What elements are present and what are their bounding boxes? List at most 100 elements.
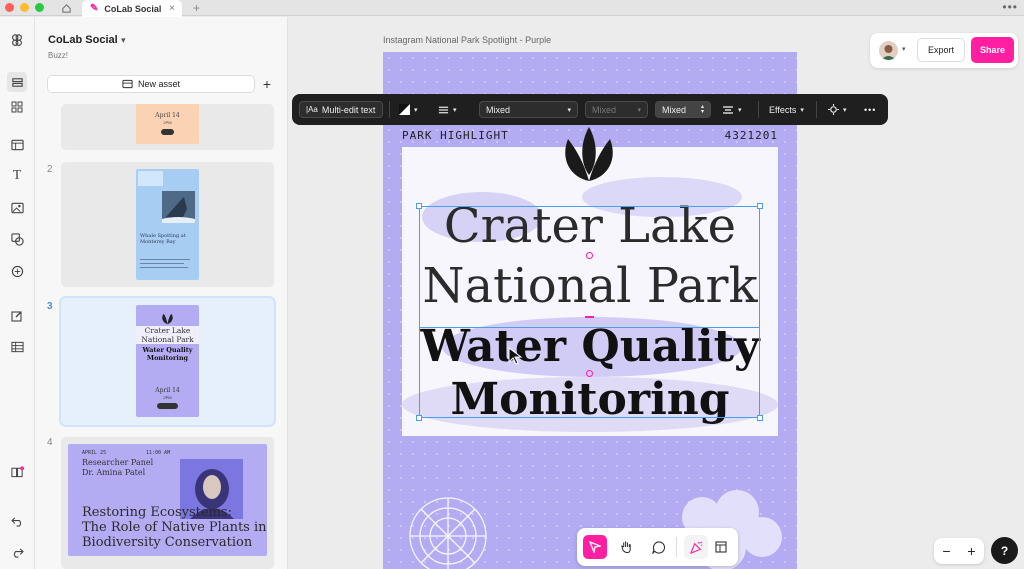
- image-icon[interactable]: [7, 198, 27, 218]
- plant-icon: [162, 313, 173, 325]
- text-style-button[interactable]: ▾: [438, 101, 457, 118]
- project-subtitle: Buzz!: [48, 51, 69, 60]
- new-tab-button[interactable]: +: [193, 1, 200, 15]
- zoom-out-button[interactable]: −: [942, 543, 950, 559]
- app-logo-icon: ✎: [90, 3, 99, 14]
- multi-edit-label: Multi-edit text: [321, 104, 376, 115]
- flower-illustration: [409, 497, 487, 569]
- chevron-down-icon: ▾: [567, 106, 571, 114]
- project-name[interactable]: CoLab Social: [48, 34, 118, 46]
- resize-handle[interactable]: [757, 203, 763, 209]
- font-size-stepper[interactable]: Mixed ▴ ▾: [655, 101, 711, 118]
- slide-4-panel: Researcher Panel Dr. Amina Patel: [82, 458, 153, 478]
- figma-logo-icon[interactable]: [7, 31, 27, 51]
- slide-thumbnail-1[interactable]: April 14 2PM: [61, 104, 274, 150]
- edit-icon[interactable]: [7, 306, 27, 326]
- share-button[interactable]: Share: [971, 37, 1014, 63]
- pointer-icon: [589, 541, 601, 553]
- font-family-select[interactable]: Mixed ▾: [479, 101, 578, 118]
- toolbar-divider: [389, 101, 390, 118]
- add-asset-button[interactable]: +: [258, 75, 276, 93]
- library-icon[interactable]: [7, 462, 27, 482]
- assets-panel: CoLab Social ▾ Buzz! New asset + April 1…: [35, 17, 288, 569]
- anchor-point[interactable]: [586, 252, 593, 259]
- avatar[interactable]: [879, 41, 898, 60]
- chevron-down-icon[interactable]: ▾: [902, 45, 906, 53]
- select-tool-button[interactable]: [583, 535, 607, 559]
- add-element-icon[interactable]: [7, 261, 27, 281]
- comment-tool-button[interactable]: [646, 535, 670, 559]
- new-asset-label: New asset: [137, 79, 181, 89]
- slide-2-line: [140, 263, 184, 264]
- selection-divider: [419, 327, 760, 328]
- buzz-tool-button[interactable]: [684, 535, 708, 559]
- layers-icon[interactable]: [7, 72, 27, 92]
- slide-4-speaker: Dr. Amina Patel: [82, 468, 146, 477]
- close-window-button[interactable]: [5, 3, 14, 12]
- slide-2-line: [140, 267, 188, 268]
- toolbar-more-button[interactable]: •••: [864, 101, 876, 118]
- multi-edit-text-button[interactable]: |Aa Multi-edit text: [299, 101, 383, 118]
- redo-icon[interactable]: [7, 542, 27, 562]
- color-swatch-icon: [399, 104, 410, 115]
- chevron-down-icon[interactable]: ▾: [121, 35, 126, 46]
- slide-1-preview: April 14 2PM: [136, 104, 199, 144]
- more-settings-button[interactable]: ▾: [828, 101, 847, 118]
- text-case-icon: |Aa: [306, 105, 318, 114]
- title-bar: ✎ CoLab Social × + •••: [0, 0, 1024, 17]
- text-style-icon: [438, 106, 449, 113]
- tab-colab-social[interactable]: ✎ CoLab Social ×: [82, 0, 182, 17]
- font-family-value: Mixed: [486, 104, 511, 115]
- template-icon[interactable]: [7, 135, 27, 155]
- resize-handle[interactable]: [416, 203, 422, 209]
- slide-1-sub: 2PM: [163, 120, 172, 125]
- new-asset-button[interactable]: New asset: [47, 75, 255, 93]
- slide-4-title-line: Restoring Ecosystems:: [82, 505, 232, 520]
- font-weight-select[interactable]: Mixed ▾: [585, 101, 648, 118]
- window-menu-button[interactable]: •••: [1002, 0, 1018, 14]
- document-title: Instagram National Park Spotlight - Purp…: [383, 35, 552, 45]
- slide-thumbnail-4[interactable]: APRIL 25 11:00 AM Researcher Panel Dr. A…: [61, 437, 274, 569]
- tools-divider: [676, 537, 677, 557]
- color-picker-button[interactable]: ▾: [399, 101, 418, 118]
- slide-4-title-line: Biodiversity Conservation: [82, 535, 253, 550]
- stepper-icon: ▴ ▾: [700, 103, 704, 115]
- align-center-icon: [723, 105, 733, 114]
- slide-thumbnail-3[interactable]: Crater Lake National Park Water Quality …: [59, 296, 276, 427]
- shapes-icon[interactable]: [7, 229, 27, 249]
- hand-tool-button[interactable]: [614, 535, 638, 559]
- help-button[interactable]: ?: [991, 537, 1018, 564]
- text-format-toolbar: |Aa Multi-edit text ▾ ▾ Mixed ▾ Mixed ▾ …: [292, 94, 888, 125]
- export-button[interactable]: Export: [917, 38, 965, 62]
- chevron-down-icon: ▾: [453, 106, 457, 114]
- slide-3-preview: Crater Lake National Park Water Quality …: [136, 305, 199, 417]
- grid-view-icon[interactable]: [7, 97, 27, 117]
- home-icon[interactable]: [55, 0, 77, 16]
- slide-1-pill: [161, 129, 174, 135]
- text-align-button[interactable]: ▾: [722, 101, 742, 118]
- minimize-window-button[interactable]: [20, 3, 29, 12]
- slide-3-sub: 2PM: [163, 395, 172, 400]
- resize-handle[interactable]: [416, 415, 422, 421]
- slide-4-preview: APRIL 25 11:00 AM Researcher Panel Dr. A…: [68, 444, 267, 556]
- assets-tool-button[interactable]: [709, 535, 733, 559]
- party-popper-icon: [689, 540, 702, 554]
- undo-icon[interactable]: [7, 511, 27, 531]
- text-tool-icon[interactable]: T: [7, 166, 27, 186]
- close-tab-icon[interactable]: ×: [169, 3, 175, 14]
- slide-2-decor: [138, 171, 163, 186]
- table-icon[interactable]: [7, 337, 27, 357]
- slide-thumbnail-2[interactable]: Whale Spotting at Monterey Bay: [61, 162, 274, 287]
- chevron-down-icon: ▾: [637, 106, 641, 114]
- effects-button[interactable]: Effects ▾: [769, 101, 804, 118]
- maximize-window-button[interactable]: [35, 3, 44, 12]
- chevron-down-icon: ▾: [843, 106, 847, 114]
- text-selection-box[interactable]: [419, 206, 760, 418]
- anchor-point[interactable]: [586, 370, 593, 377]
- chevron-down-icon: ▾: [414, 106, 418, 114]
- zoom-in-button[interactable]: +: [967, 543, 975, 559]
- comment-icon: [651, 540, 665, 554]
- poster-tag-left: PARK HIGHLIGHT: [402, 129, 509, 142]
- resize-handle[interactable]: [757, 415, 763, 421]
- mouse-cursor-icon: [508, 347, 523, 365]
